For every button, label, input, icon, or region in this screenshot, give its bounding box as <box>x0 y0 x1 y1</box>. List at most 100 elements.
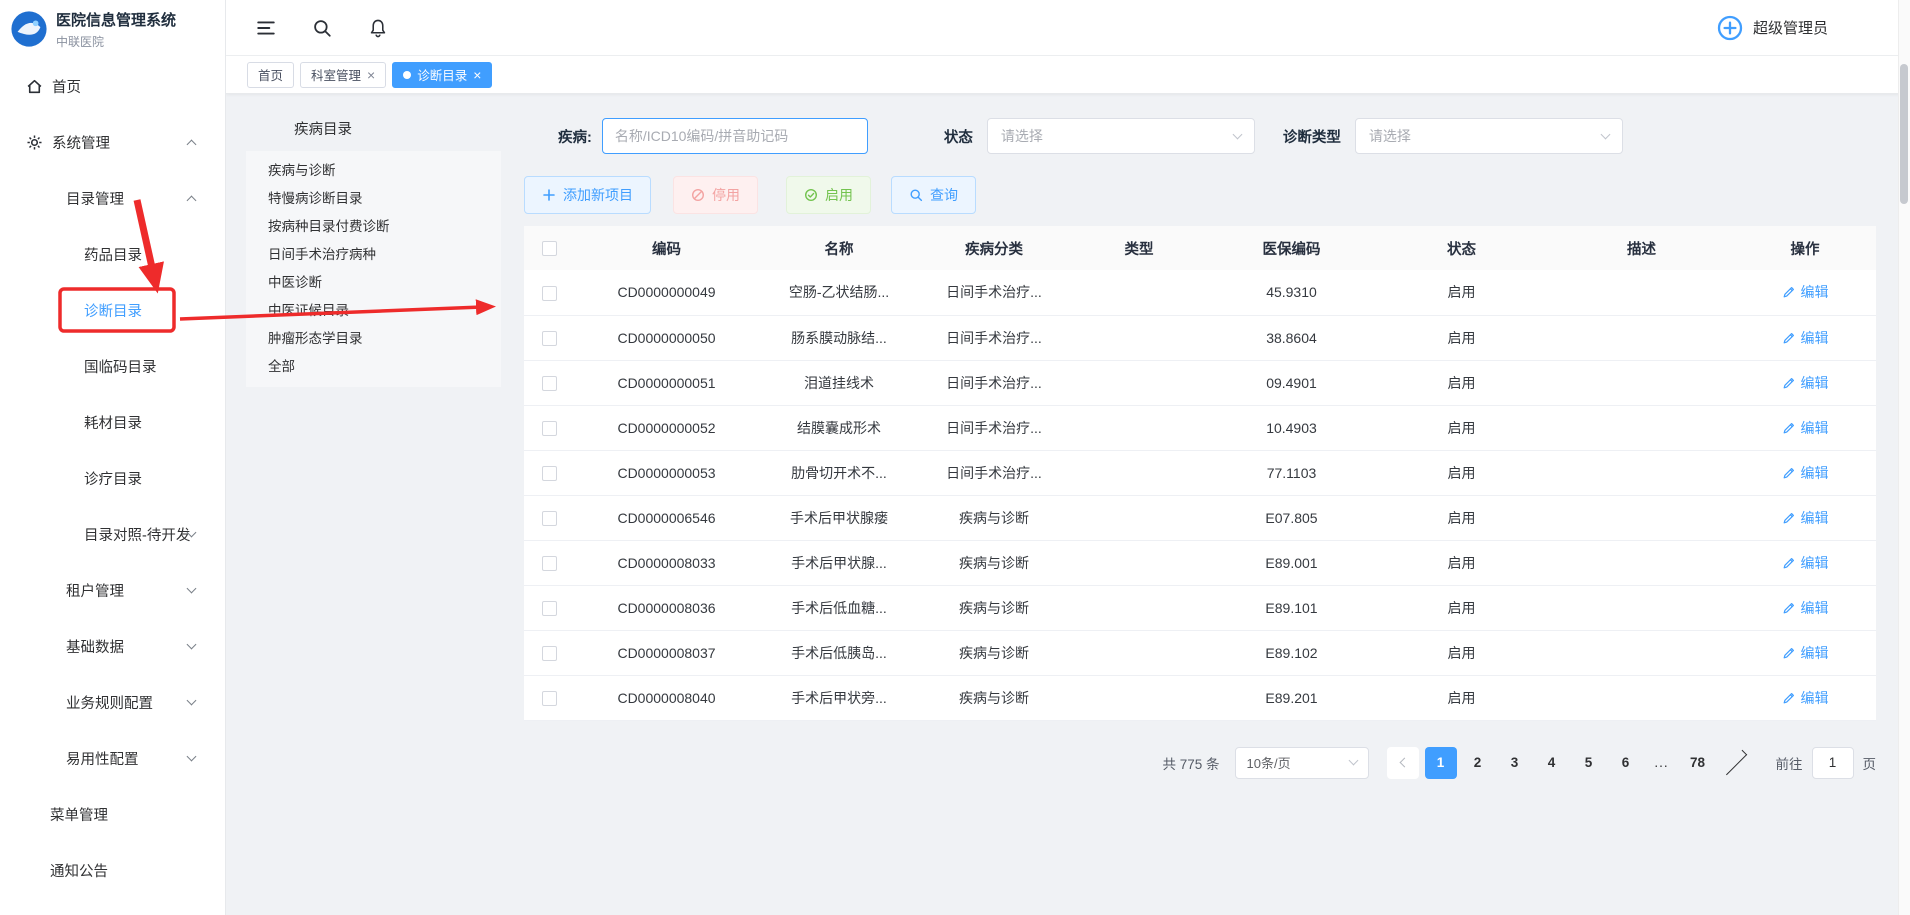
edit-link[interactable]: 编辑 <box>1782 463 1829 483</box>
sidebar-item-consumable-catalog[interactable]: 耗材目录 <box>0 394 225 450</box>
catalog-item[interactable]: 中医证候目录 <box>246 297 501 325</box>
menu-toggle-icon[interactable] <box>256 18 276 38</box>
page-button[interactable]: 3 <box>1499 747 1531 779</box>
sidebar-item-catalog-mapping[interactable]: 目录对照-待开发 <box>0 506 225 562</box>
page-button[interactable]: 4 <box>1536 747 1568 779</box>
edit-link[interactable]: 编辑 <box>1782 328 1829 348</box>
sidebar-item-treatment-catalog[interactable]: 诊疗目录 <box>0 450 225 506</box>
cell-category: 日间手术治疗... <box>919 450 1069 495</box>
sidebar-item-notice[interactable]: 通知公告 <box>0 842 225 898</box>
cell-category: 日间手术治疗... <box>919 405 1069 450</box>
scrollbar-thumb[interactable] <box>1900 64 1908 204</box>
next-page-icon <box>1721 750 1746 775</box>
vertical-scrollbar[interactable] <box>1898 0 1910 915</box>
total-count: 共 775 条 <box>1162 753 1219 773</box>
col-code: 编码 <box>574 226 759 270</box>
edit-link[interactable]: 编辑 <box>1782 598 1829 618</box>
catalog-item[interactable]: 全部 <box>246 353 501 381</box>
cell-category: 日间手术治疗... <box>919 270 1069 315</box>
row-checkbox[interactable] <box>542 421 557 436</box>
sidebar-item-system-mgmt[interactable]: 系统管理 <box>0 114 225 170</box>
disease-search-input[interactable] <box>602 118 868 154</box>
page-button[interactable]: 2 <box>1462 747 1494 779</box>
query-button[interactable]: 查询 <box>891 176 976 214</box>
edit-link[interactable]: 编辑 <box>1782 418 1829 438</box>
last-page-button[interactable]: 78 <box>1682 747 1714 779</box>
edit-link[interactable]: 编辑 <box>1782 373 1829 393</box>
row-checkbox[interactable] <box>542 511 557 526</box>
notifications-bell-icon[interactable] <box>368 18 388 38</box>
edit-icon <box>1782 511 1796 525</box>
next-page-button[interactable] <box>1720 747 1752 779</box>
disease-filter-label: 疾病: <box>558 126 592 147</box>
cell-desc <box>1549 540 1734 585</box>
diagnosis-type-select[interactable]: 请选择 <box>1355 118 1623 154</box>
catalog-item[interactable]: 按病种目录付费诊断 <box>246 213 501 241</box>
close-icon[interactable]: × <box>367 68 375 82</box>
edit-link[interactable]: 编辑 <box>1782 643 1829 663</box>
select-all-checkbox[interactable] <box>542 241 557 256</box>
row-checkbox[interactable] <box>542 331 557 346</box>
edit-icon <box>1782 556 1796 570</box>
catalog-item[interactable]: 日间手术治疗病种 <box>246 241 501 269</box>
row-checkbox[interactable] <box>542 286 557 301</box>
close-icon[interactable]: × <box>473 68 481 82</box>
enable-button[interactable]: 启用 <box>786 176 871 214</box>
page-button[interactable]: 5 <box>1573 747 1605 779</box>
sidebar-item-catalog-mgmt[interactable]: 目录管理 <box>0 170 225 226</box>
edit-link[interactable]: 编辑 <box>1782 688 1829 708</box>
sidebar-item-business-rules[interactable]: 业务规则配置 <box>0 674 225 730</box>
sidebar-item-national-code-catalog[interactable]: 国临码目录 <box>0 338 225 394</box>
user-menu[interactable]: 超级管理员 <box>1716 14 1828 42</box>
sidebar-item-home[interactable]: 首页 <box>0 58 225 114</box>
sidebar-item-tenant-mgmt[interactable]: 租户管理 <box>0 562 225 618</box>
cell-code: CD0000000051 <box>574 360 759 405</box>
cell-type <box>1069 585 1209 630</box>
status-select[interactable]: 请选择 <box>987 118 1255 154</box>
cell-insurance-code: 77.1103 <box>1209 450 1374 495</box>
cell-type <box>1069 540 1209 585</box>
sidebar-item-base-data[interactable]: 基础数据 <box>0 618 225 674</box>
row-checkbox[interactable] <box>542 556 557 571</box>
hospital-name: 中联医院 <box>56 33 176 50</box>
sidebar-item-usability-config[interactable]: 易用性配置 <box>0 730 225 786</box>
search-icon[interactable] <box>312 18 332 38</box>
col-type: 类型 <box>1069 226 1209 270</box>
sidebar-item-drug-catalog[interactable]: 药品目录 <box>0 226 225 282</box>
edit-icon <box>1782 601 1796 615</box>
row-checkbox[interactable] <box>542 646 557 661</box>
tab-home[interactable]: 首页 <box>247 62 294 88</box>
table-header: 编码 名称 疾病分类 类型 医保编码 状态 描述 操作 <box>524 226 1876 270</box>
page-button[interactable]: 6 <box>1610 747 1642 779</box>
page-size-select[interactable]: 10条/页 <box>1235 747 1369 779</box>
edit-link[interactable]: 编辑 <box>1782 282 1829 302</box>
disable-button[interactable]: 停用 <box>673 176 758 214</box>
tab-diagnosis-catalog[interactable]: 诊断目录 × <box>392 62 492 88</box>
page-button[interactable]: 1 <box>1425 747 1457 779</box>
catalog-item[interactable]: 疾病与诊断 <box>246 157 501 185</box>
cell-desc <box>1549 360 1734 405</box>
edit-link[interactable]: 编辑 <box>1782 553 1829 573</box>
tab-dept-mgmt[interactable]: 科室管理 × <box>300 62 386 88</box>
edit-link[interactable]: 编辑 <box>1782 508 1829 528</box>
cell-code: CD0000006546 <box>574 495 759 540</box>
row-checkbox[interactable] <box>542 466 557 481</box>
row-checkbox[interactable] <box>542 601 557 616</box>
catalog-item[interactable]: 中医诊断 <box>246 269 501 297</box>
goto-page-input[interactable] <box>1812 747 1854 779</box>
edit-icon <box>1782 331 1796 345</box>
sidebar-item-diagnosis-catalog[interactable]: 诊断目录 <box>0 282 225 338</box>
catalog-item[interactable]: 肿瘤形态学目录 <box>246 325 501 353</box>
cell-type <box>1069 675 1209 720</box>
catalog-item[interactable]: 特慢病诊断目录 <box>246 185 501 213</box>
cell-code: CD0000000052 <box>574 405 759 450</box>
add-item-button[interactable]: 添加新项目 <box>524 176 651 214</box>
pagination-ellipsis[interactable]: ... <box>1647 747 1677 779</box>
cell-status: 启用 <box>1374 450 1549 495</box>
row-checkbox[interactable] <box>542 376 557 391</box>
app-logo <box>10 10 48 48</box>
type-filter-label: 诊断类型 <box>1283 126 1341 147</box>
row-checkbox[interactable] <box>542 691 557 706</box>
sidebar-item-menu-mgmt[interactable]: 菜单管理 <box>0 786 225 842</box>
prev-page-button[interactable] <box>1387 747 1419 779</box>
